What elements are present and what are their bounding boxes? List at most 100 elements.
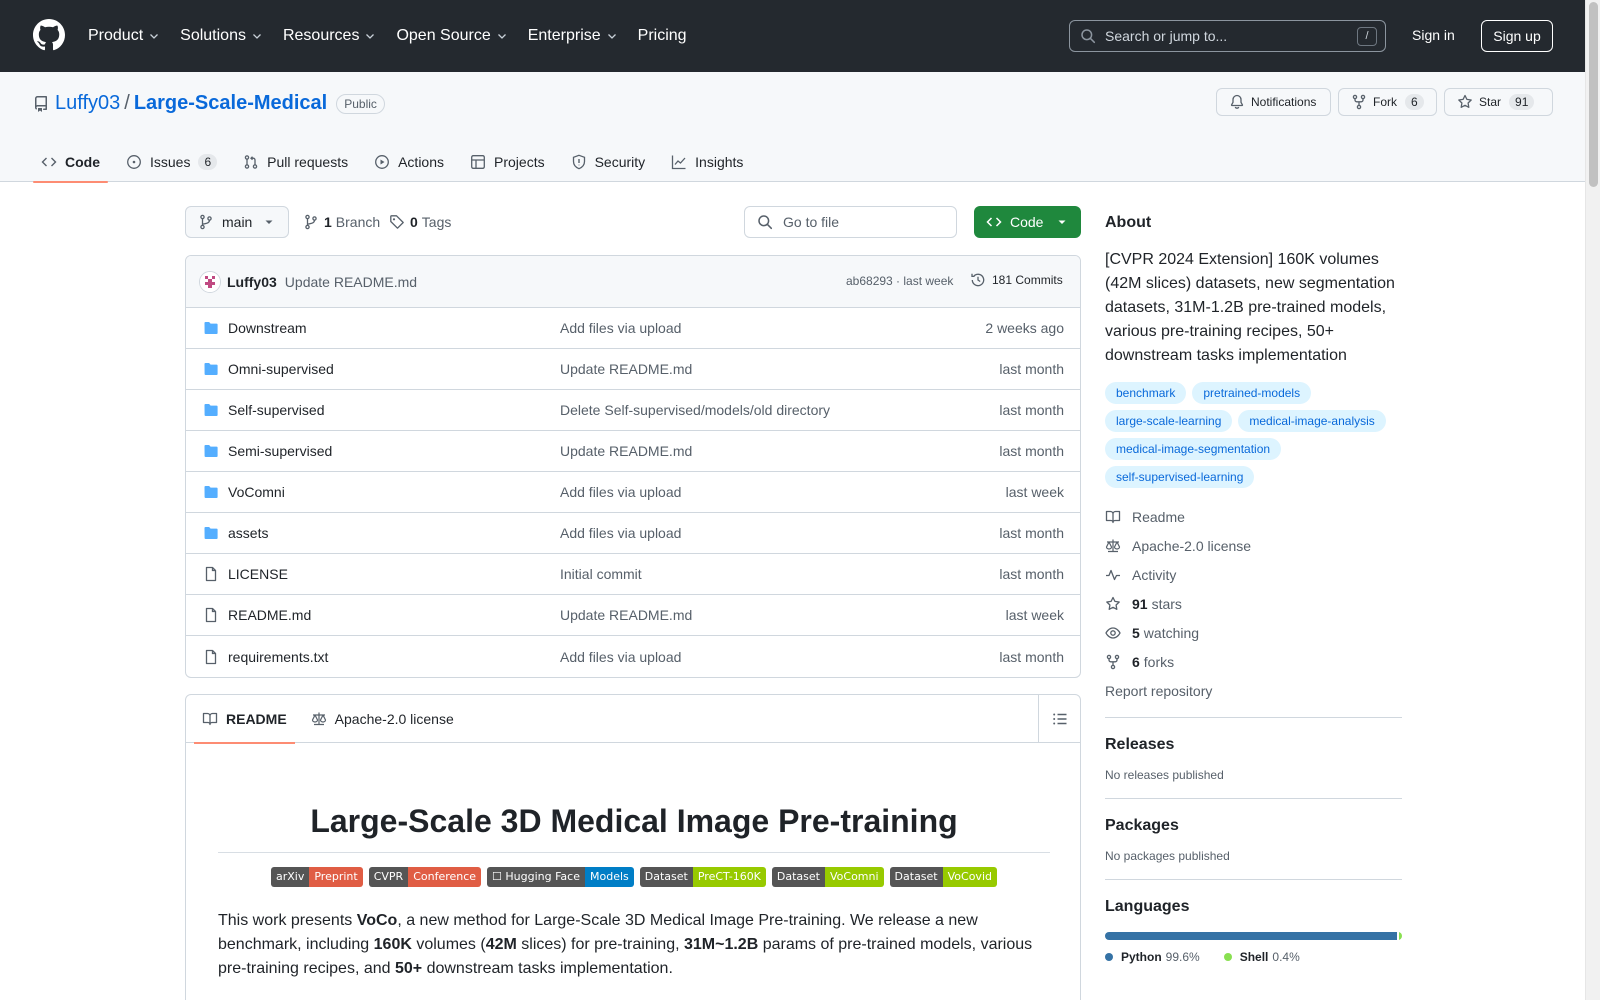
tab-pull-requests[interactable]: Pull requests	[235, 142, 356, 182]
stars-link[interactable]: 91 stars	[1105, 589, 1402, 618]
language-list: Python 99.6% Shell 0.4%	[1105, 950, 1402, 964]
topic-tag[interactable]: self-supervised-learning	[1105, 466, 1255, 488]
sign-up-button[interactable]: Sign up	[1481, 20, 1553, 52]
file-commit-date: 2 weeks ago	[985, 320, 1064, 336]
file-commit-message-link[interactable]: Add files via upload	[560, 320, 681, 336]
file-name-link[interactable]: VoComni	[228, 484, 285, 500]
scrollbar-thumb[interactable]	[1589, 2, 1598, 187]
report-repository-link[interactable]: Report repository	[1105, 676, 1402, 705]
branches-link[interactable]: 1 Branch	[303, 214, 380, 230]
table-row: requirements.txt Add files via upload last…	[186, 636, 1080, 677]
readme-badge[interactable]: Dataset PreCT-160K	[639, 867, 766, 887]
readme-link[interactable]: Readme	[1105, 502, 1402, 531]
badge-value: Conference	[408, 867, 482, 887]
notifications-button[interactable]: Notifications	[1216, 88, 1331, 116]
language-item[interactable]: Python 99.6%	[1105, 950, 1200, 964]
nav-solutions[interactable]: Solutions	[180, 27, 263, 45]
chevron-down-icon	[253, 34, 261, 39]
outline-button[interactable]	[1038, 695, 1080, 743]
commit-author-link[interactable]: Luffy03	[227, 274, 277, 290]
file-commit-message-link[interactable]: Update README.md	[560, 361, 692, 377]
license-link[interactable]: Apache-2.0 license	[1105, 531, 1402, 560]
about-sidebar: About [CVPR 2024 Extension] 160K volumes…	[1105, 206, 1402, 964]
nav-open-source[interactable]: Open Source	[396, 27, 507, 45]
nav-product[interactable]: Product	[88, 27, 160, 45]
nav-enterprise[interactable]: Enterprise	[528, 27, 618, 45]
commit-message-link[interactable]: Update README.md	[285, 274, 417, 290]
file-icon	[205, 566, 217, 582]
avatar[interactable]	[199, 270, 221, 293]
book-icon	[202, 712, 218, 725]
file-commit-message-link[interactable]: Delete Self-supervised/models/old direct…	[560, 402, 830, 418]
file-commit-message-link[interactable]: Update README.md	[560, 607, 692, 623]
topic-tag[interactable]: benchmark	[1105, 382, 1187, 404]
readme-badge[interactable]: arXiv Preprint	[270, 867, 363, 887]
readme-text: downstream tasks implementation.	[422, 960, 673, 977]
tab-readme[interactable]: README	[194, 695, 295, 744]
table-icon	[471, 155, 485, 169]
releases-heading[interactable]: Releases	[1105, 736, 1402, 754]
file-name-link[interactable]: README.md	[228, 607, 311, 623]
topic-tag[interactable]: pretrained-models	[1192, 382, 1312, 404]
table-row: README.md Update README.md last week	[186, 595, 1080, 636]
file-commit-message-link[interactable]: Initial commit	[560, 566, 642, 582]
star-button[interactable]: Star 91	[1444, 88, 1553, 116]
tab-projects[interactable]: Projects	[462, 142, 553, 182]
tab-security[interactable]: Security	[563, 142, 654, 182]
file-commit-message-link[interactable]: Update README.md	[560, 443, 692, 459]
packages-heading[interactable]: Packages	[1105, 817, 1402, 835]
tab-issues[interactable]: Issues 6	[118, 142, 225, 182]
fork-button[interactable]: Fork 6	[1338, 88, 1437, 116]
readme-badge[interactable]: CVPR Conference	[368, 867, 482, 887]
page-scrollbar[interactable]	[1585, 0, 1600, 1000]
file-commit-message-link[interactable]: Add files via upload	[560, 484, 681, 500]
file-name-link[interactable]: Omni-supervised	[228, 361, 334, 377]
topic-tag[interactable]: medical-image-analysis	[1238, 410, 1386, 432]
tags-link[interactable]: 0 Tags	[389, 214, 451, 230]
search-input[interactable]: Search or jump to... /	[1069, 20, 1386, 52]
tab-insights[interactable]: Insights	[663, 142, 751, 182]
commit-meta[interactable]: ab68293 · last week	[846, 274, 953, 288]
commits-link[interactable]: 181 Commits	[970, 272, 1063, 288]
code-dropdown-button[interactable]: Code	[974, 206, 1081, 238]
file-name-link[interactable]: Semi-supervised	[228, 443, 332, 459]
folder-icon	[204, 445, 218, 457]
github-logo-icon[interactable]	[33, 19, 65, 51]
tab-code[interactable]: Code	[33, 142, 108, 183]
badge-value: Preprint	[309, 867, 363, 887]
nav-resources[interactable]: Resources	[283, 27, 376, 45]
repo-tabs: Code Issues 6 Pull requests Actions Proje…	[33, 142, 761, 183]
stars-count: 91	[1132, 595, 1148, 612]
topic-tag[interactable]: large-scale-learning	[1105, 410, 1233, 432]
file-name-link[interactable]: Self-supervised	[228, 402, 325, 418]
packages-empty-text: No packages published	[1105, 849, 1230, 863]
repo-name-link[interactable]: Large-Scale-Medical	[134, 92, 327, 115]
readme-text: slices) for pre-training,	[516, 936, 684, 953]
activity-link[interactable]: Activity	[1105, 560, 1402, 589]
tab-actions[interactable]: Actions	[366, 142, 452, 182]
watchers-link[interactable]: 5 watching	[1105, 618, 1402, 647]
topic-tag[interactable]: medical-image-segmentation	[1105, 438, 1282, 460]
file-commit-message-link[interactable]: Add files via upload	[560, 649, 681, 665]
file-commit-message-link[interactable]: Add files via upload	[560, 525, 681, 541]
nav-pricing[interactable]: Pricing	[638, 27, 687, 45]
language-item[interactable]: Shell 0.4%	[1223, 950, 1300, 964]
file-name-link[interactable]: requirements.txt	[228, 649, 328, 665]
fork-label: Fork	[1373, 95, 1397, 109]
repo-owner-link[interactable]: Luffy03	[55, 92, 120, 115]
file-name-link[interactable]: assets	[228, 525, 268, 541]
folder-icon	[204, 486, 218, 498]
file-name-link[interactable]: LICENSE	[228, 566, 288, 582]
sign-in-link[interactable]: Sign in	[1412, 27, 1455, 43]
go-to-file-input[interactable]: Go to file	[744, 206, 957, 238]
branch-selector[interactable]: main	[185, 206, 289, 238]
tab-license[interactable]: Apache-2.0 license	[303, 695, 462, 743]
forks-link[interactable]: 6 forks	[1105, 647, 1402, 676]
readme-badge[interactable]: Dataset VoComni	[771, 867, 884, 887]
readme-badge[interactable]: Dataset VoCovid	[889, 867, 997, 887]
readme-badge[interactable]: ☐ Hugging Face Models	[487, 867, 634, 887]
file-name-link[interactable]: Downstream	[228, 320, 307, 336]
table-row: LICENSE Initial commit last month	[186, 554, 1080, 595]
table-row: Downstream Add files via upload 2 weeks ag…	[186, 308, 1080, 349]
file-commit-date: last month	[999, 566, 1064, 582]
